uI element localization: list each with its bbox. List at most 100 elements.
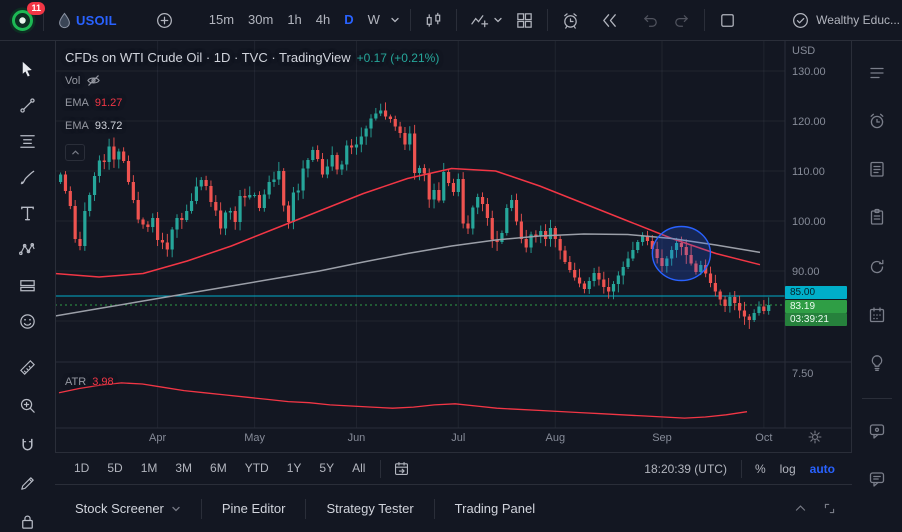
undo-button[interactable] (635, 6, 666, 34)
hotlists-button[interactable] (866, 256, 888, 278)
news-button[interactable] (866, 158, 888, 180)
atr-legend-row[interactable]: ATR 3.98 (65, 376, 114, 388)
toolbar-divider (547, 9, 548, 31)
long-position-icon (18, 276, 37, 295)
bar-replay-button[interactable] (594, 6, 625, 34)
comments-button[interactable] (866, 468, 888, 490)
range-all[interactable]: All (343, 453, 374, 484)
interval-switcher: 15m 30m 1h 4h D W (202, 6, 403, 34)
chat-button[interactable] (866, 420, 888, 442)
ema-legend-row-2[interactable]: EMA 93.72 (65, 120, 122, 132)
symbol-search-button[interactable]: USOIL (51, 6, 123, 34)
panel-controls (794, 502, 852, 515)
fib-retracement-tool-button[interactable] (14, 128, 40, 154)
emoji-icon (18, 312, 37, 331)
price-change: +0.17 (+0.21%) (357, 51, 440, 65)
data-window-button[interactable] (866, 206, 888, 228)
interval-dropdown-button[interactable] (387, 6, 403, 34)
brush-tool-button[interactable] (14, 164, 40, 190)
eye-hidden-icon[interactable] (86, 73, 101, 88)
range-1y[interactable]: 1Y (278, 453, 311, 484)
atr-value: 3.98 (92, 376, 113, 388)
axis-labels: USD130.00120.00110.00100.0090.007.50AprM… (149, 45, 826, 444)
footer-divider (741, 460, 742, 478)
chart-canvas[interactable]: USD130.00120.00110.00100.0090.007.50AprM… (55, 40, 852, 452)
percent-scale-button[interactable]: % (748, 462, 773, 476)
toolbar-divider (456, 9, 457, 31)
alerts-button[interactable] (866, 110, 888, 132)
price-axis-label: 120.00 (792, 116, 826, 128)
toolbar-divider (410, 9, 411, 31)
price-axis-label: 130.00 (792, 66, 826, 78)
range-6m[interactable]: 6M (201, 453, 236, 484)
price-axis-unit: USD (792, 45, 815, 57)
range-3m[interactable]: 3M (166, 453, 201, 484)
ema1-value: 91.27 (95, 97, 123, 109)
publish-button[interactable]: Wealthy Educ... (791, 11, 902, 30)
interval-1w[interactable]: W (361, 6, 387, 34)
ideas-button[interactable] (866, 352, 888, 374)
ema1-label: EMA (65, 97, 89, 109)
zoom-tool-button[interactable] (14, 392, 40, 418)
fullscreen-button[interactable] (712, 6, 743, 34)
long-position-tool-button[interactable] (14, 272, 40, 298)
range-1m[interactable]: 1M (132, 453, 167, 484)
chart-style-button[interactable] (418, 6, 449, 34)
log-scale-button[interactable]: log (773, 462, 803, 476)
clock-utc[interactable]: 18:20:39 (UTC) (636, 462, 735, 476)
range-ytd[interactable]: YTD (236, 453, 278, 484)
alert-button[interactable] (555, 6, 586, 34)
cursor-tool-button[interactable] (14, 56, 40, 82)
pattern-tool-button[interactable] (14, 236, 40, 262)
compare-add-button[interactable] (149, 6, 180, 34)
text-tool-button[interactable] (14, 200, 40, 226)
tab-strategy-tester[interactable]: Strategy Tester (306, 485, 433, 532)
level-price-badge: 85.00 (785, 286, 847, 299)
watchlist-button[interactable] (866, 62, 888, 84)
time-axis-label: Aug (546, 432, 566, 444)
chevron-up-icon (794, 502, 807, 515)
interval-15m[interactable]: 15m (202, 6, 241, 34)
redo-button[interactable] (666, 6, 697, 34)
panel-collapse-button[interactable] (794, 502, 807, 515)
tab-stock-screener[interactable]: Stock Screener (55, 485, 201, 532)
interval-30m[interactable]: 30m (241, 6, 280, 34)
ellipse-annotation[interactable] (652, 227, 710, 281)
edit-tool-button[interactable] (14, 470, 40, 496)
symbol-legend-row[interactable]: CFDs on WTI Crude Oil · 1D · TVC · Tradi… (65, 50, 439, 65)
pane-borders (55, 40, 852, 428)
interval-4h[interactable]: 4h (309, 6, 337, 34)
trend-line-tool-button[interactable] (14, 92, 40, 118)
time-axis-label: Jul (451, 432, 465, 444)
lightbulb-icon (867, 353, 887, 373)
range-5y[interactable]: 5Y (310, 453, 343, 484)
volume-legend-row[interactable]: Vol (65, 73, 101, 88)
interval-1d[interactable]: D (337, 6, 360, 34)
chevron-down-icon (171, 504, 181, 514)
chat-icon (867, 421, 887, 441)
emoji-tool-button[interactable] (14, 308, 40, 334)
lock-tool-button[interactable] (14, 508, 40, 532)
hotlists-icon (867, 257, 887, 277)
fib-retracement-icon (18, 132, 37, 151)
range-5d[interactable]: 5D (98, 453, 131, 484)
magnet-tool-button[interactable] (14, 432, 40, 458)
account-logo[interactable]: 11 (9, 7, 36, 34)
go-to-date-button[interactable] (387, 455, 416, 483)
layout-grid-button[interactable] (509, 6, 540, 34)
ema-legend-row-1[interactable]: EMA 91.27 (65, 97, 122, 109)
interval-1h[interactable]: 1h (280, 6, 308, 34)
panel-expand-button[interactable] (823, 502, 836, 515)
ruler-icon (18, 358, 37, 377)
time-axis-label: Sep (652, 432, 672, 444)
collapse-indicators-button[interactable] (65, 144, 85, 161)
chart-settings-button[interactable] (807, 429, 823, 445)
range-1d[interactable]: 1D (65, 453, 98, 484)
auto-scale-button[interactable]: auto (803, 462, 842, 476)
calendar-button[interactable] (866, 304, 888, 326)
text-icon (18, 204, 37, 223)
tab-trading-panel[interactable]: Trading Panel (435, 485, 555, 532)
indicators-button[interactable] (464, 6, 509, 34)
tab-pine-editor[interactable]: Pine Editor (202, 485, 306, 532)
measure-tool-button[interactable] (14, 354, 40, 380)
